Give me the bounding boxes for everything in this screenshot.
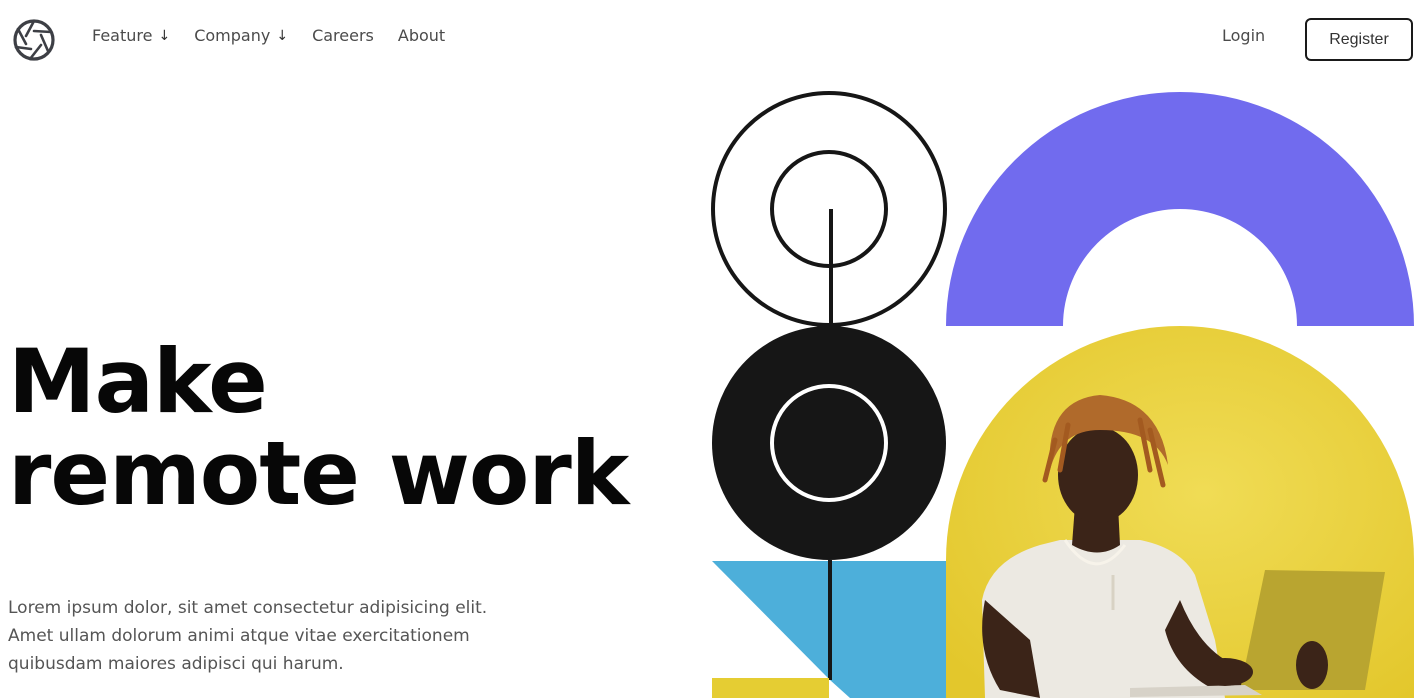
blue-quad-shape — [830, 561, 946, 698]
nav-item-careers[interactable]: Careers — [312, 26, 374, 45]
hero-title-line: Make — [8, 330, 268, 433]
blue-triangle-shape — [712, 561, 830, 680]
nav-item-label: Careers — [312, 26, 374, 45]
landing-page: Feature ↓ Company ↓ Careers About Login … — [0, 0, 1417, 698]
arrow-down-icon: ↓ — [276, 27, 289, 44]
register-button[interactable]: Register — [1305, 18, 1413, 61]
hero-description: Lorem ipsum dolor, sit amet consectetur … — [8, 594, 548, 678]
nav-item-label: About — [397, 26, 446, 45]
login-link[interactable]: Login — [1222, 26, 1265, 45]
nav-item-label: Feature — [92, 26, 153, 45]
hero-illustration — [706, 86, 1417, 698]
nav-item-label: Company — [194, 26, 271, 45]
nav-item-about[interactable]: About — [398, 26, 445, 45]
hero-description-line: Lorem ipsum dolor, sit amet consectetur … — [8, 598, 488, 618]
primary-nav: Feature ↓ Company ↓ Careers About — [92, 26, 445, 45]
purple-arch-shape — [946, 92, 1414, 326]
nav-item-company[interactable]: Company ↓ — [194, 26, 288, 45]
nav-item-feature[interactable]: Feature ↓ — [92, 26, 170, 45]
hero-title: Make remote work — [8, 330, 629, 525]
aperture-logo-icon[interactable] — [12, 18, 56, 62]
hero-title-line: remote work — [8, 422, 629, 525]
yellow-block-shape — [712, 678, 829, 698]
hero-description-line: Amet ullam dolorum animi atque vitae exe… — [8, 626, 470, 646]
hero-description-line: quibusdam maiores adipisci qui harum. — [8, 654, 344, 674]
black-circle-shape — [712, 326, 946, 560]
arrow-down-icon: ↓ — [158, 27, 171, 44]
